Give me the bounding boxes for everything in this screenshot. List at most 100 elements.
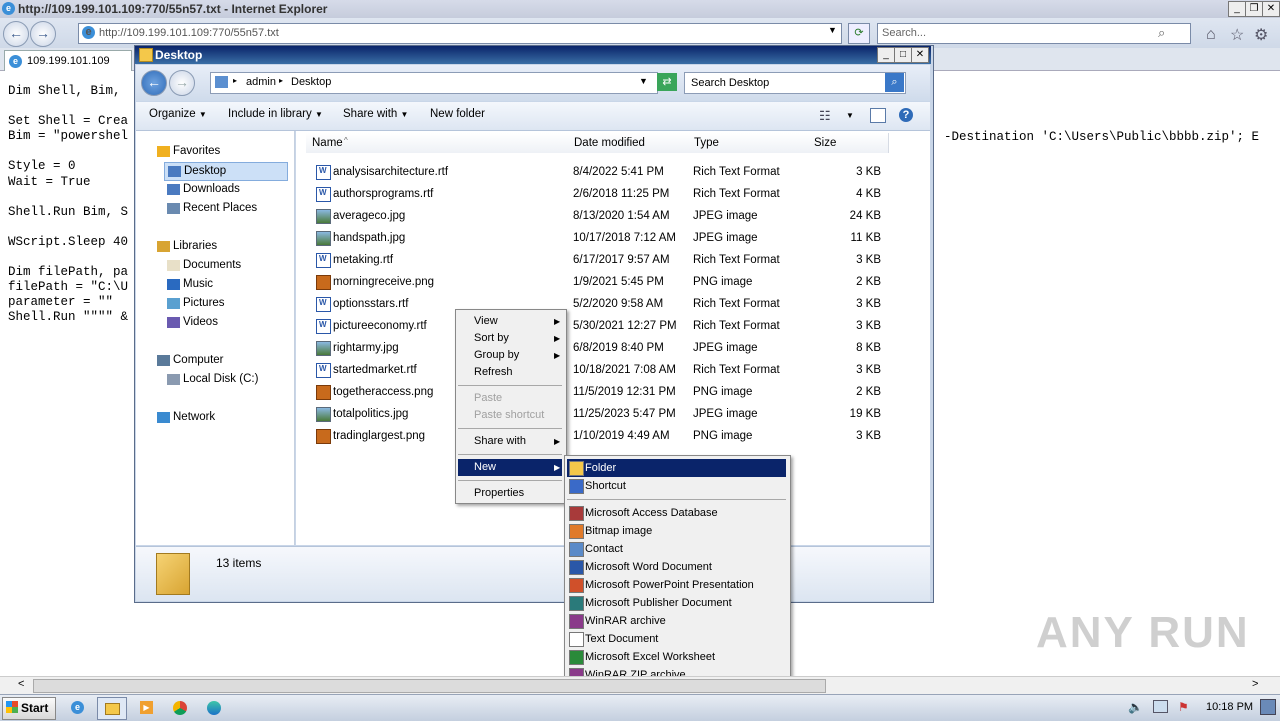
explorer-close-button[interactable]: ✕ [911, 47, 929, 63]
back-button[interactable]: ← [3, 21, 29, 47]
new-item-microsoft-access-database[interactable]: Microsoft Access Database [567, 504, 786, 522]
column-size-header[interactable]: Size [808, 133, 889, 153]
column-name-header[interactable]: Name ^ [306, 133, 569, 153]
menu-item-properties[interactable]: Properties [458, 485, 562, 502]
preview-pane-icon[interactable] [870, 108, 886, 123]
menu-item-share-with[interactable]: Share with ▶ [458, 433, 562, 450]
column-type-header[interactable]: Type [688, 133, 809, 153]
sidebar-item-favorites[interactable]: Favorites [154, 143, 284, 160]
network-tray-icon[interactable] [1153, 700, 1168, 713]
file-row[interactable]: togetheraccess.png 11/5/2019 12:31 PM PNG … [306, 383, 888, 405]
view-options-icon[interactable]: ☷ [819, 108, 831, 124]
file-row[interactable]: pictureeconomy.rtf 5/30/2021 12:27 PM Rich… [306, 317, 888, 339]
new-item-text-document[interactable]: Text Document [567, 630, 786, 648]
sidebar-item-local-disk-c[interactable]: Local Disk (C:) [164, 371, 294, 388]
ie-search-input[interactable]: Search... ⌕ [877, 23, 1191, 44]
help-icon[interactable]: ? [899, 108, 913, 122]
new-item-winrar-archive[interactable]: WinRAR archive [567, 612, 786, 630]
gear-icon[interactable]: ⚙ [1254, 25, 1268, 45]
browser-tab[interactable]: e 109.199.101.109 [4, 50, 132, 71]
explorer-search-input[interactable]: Search Desktop ⌕ [684, 72, 906, 94]
organize-button[interactable]: Organize ▼ [149, 108, 207, 120]
home-icon[interactable]: ⌂ [1206, 26, 1216, 44]
sidebar-item-network[interactable]: Network [154, 409, 284, 426]
breadcrumb-admin[interactable]: admin [246, 76, 276, 88]
close-button[interactable]: ✕ [1262, 1, 1280, 17]
speaker-icon[interactable]: 🔈 [1128, 700, 1143, 714]
file-row[interactable]: rightarmy.jpg 6/8/2019 8:40 PM JPEG image 8… [306, 339, 888, 361]
menu-item-sort-by[interactable]: Sort by ▶ [458, 330, 562, 347]
new-item-bitmap-image[interactable]: Bitmap image [567, 522, 786, 540]
refresh-icon[interactable]: ⟳ [848, 23, 870, 44]
search-icon[interactable]: ⌕ [1158, 25, 1165, 41]
explorer-path-bar[interactable]: ▸ admin ▸ Desktop ▼ [210, 72, 658, 94]
taskbar-explorer-button[interactable] [97, 697, 127, 720]
desktop-icon [215, 76, 228, 88]
new-item-contact[interactable]: Contact [567, 540, 786, 558]
minimize-button[interactable]: _ [1228, 1, 1246, 17]
taskbar-chrome-button[interactable] [167, 697, 195, 718]
menu-item-refresh[interactable]: Refresh [458, 364, 562, 381]
file-row[interactable]: metaking.rtf 6/17/2017 9:57 AM Rich Text F… [306, 251, 888, 273]
explorer-back-button[interactable]: ← [141, 70, 167, 96]
new-item-microsoft-excel-worksheet[interactable]: Microsoft Excel Worksheet [567, 648, 786, 666]
new-item-shortcut[interactable]: Shortcut [567, 477, 786, 495]
sidebar-item-computer[interactable]: Computer [154, 352, 284, 369]
security-tray-icon[interactable]: ⚑ [1178, 700, 1189, 714]
scroll-left-icon[interactable]: < [18, 678, 24, 690]
column-date-header[interactable]: Date modified [568, 133, 689, 153]
sidebar-item-documents[interactable]: Documents [164, 257, 294, 274]
png-file-icon [316, 385, 331, 400]
clock[interactable]: 10:18 PM [1206, 701, 1253, 713]
sidebar-item-desktop[interactable]: Desktop [164, 162, 288, 181]
file-row[interactable]: averageco.jpg 8/13/2020 1:54 AM JPEG image… [306, 207, 888, 229]
explorer-maximize-button[interactable]: □ [894, 47, 912, 63]
sidebar-item-videos[interactable]: Videos [164, 314, 294, 331]
file-row[interactable]: startedmarket.rtf 10/18/2021 7:08 AM Rich … [306, 361, 888, 383]
sidebar-item-libraries[interactable]: Libraries [154, 238, 284, 255]
scroll-right-icon[interactable]: > [1252, 678, 1258, 690]
file-row[interactable]: optionsstars.rtf 5/2/2020 9:58 AM Rich Tex… [306, 295, 888, 317]
taskbar-ie-button[interactable]: e [64, 697, 92, 718]
explorer-refresh-icon[interactable]: ⇄ [657, 73, 677, 91]
sidebar-item-recent-places[interactable]: Recent Places [164, 200, 294, 217]
file-row[interactable]: totalpolitics.jpg 11/25/2023 5:47 PM JPEG … [306, 405, 888, 427]
chevron-right-icon[interactable]: ▸ [279, 76, 283, 85]
file-row[interactable]: analysisarchitecture.rtf 8/4/2022 5:41 PM… [306, 163, 888, 185]
favorites-star-icon[interactable]: ☆ [1230, 25, 1244, 45]
explorer-forward-button[interactable]: → [169, 70, 195, 96]
restore-button[interactable]: ❐ [1245, 1, 1263, 17]
new-item-folder[interactable]: Folder [567, 459, 786, 477]
chevron-down-icon[interactable]: ▼ [639, 76, 648, 86]
search-icon[interactable]: ⌕ [885, 73, 904, 92]
include-in-library-button[interactable]: Include in library ▼ [228, 108, 323, 120]
new-item-microsoft-publisher-document[interactable]: Microsoft Publisher Document [567, 594, 786, 612]
file-row[interactable]: tradinglargest.png 1/10/2019 4:49 AM PNG i… [306, 427, 888, 449]
menu-item-group-by[interactable]: Group by ▶ [458, 347, 562, 364]
chevron-right-icon[interactable]: ▸ [233, 76, 237, 85]
sidebar-item-downloads[interactable]: Downloads [164, 181, 294, 198]
file-row[interactable]: handspath.jpg 10/17/2018 7:12 AM JPEG imag… [306, 229, 888, 251]
start-button[interactable]: Start [2, 697, 56, 720]
forward-button[interactable]: → [30, 21, 56, 47]
file-row[interactable]: authorsprograms.rtf 2/6/2018 11:25 PM Rich… [306, 185, 888, 207]
taskbar-media-button[interactable]: ▶ [133, 697, 161, 718]
show-desktop-icon[interactable] [1260, 699, 1276, 715]
excel-icon [569, 650, 584, 665]
new-item-microsoft-powerpoint-presentation[interactable]: Microsoft PowerPoint Presentation [567, 576, 786, 594]
menu-item-view[interactable]: View ▶ [458, 313, 562, 330]
new-folder-button[interactable]: New folder [430, 108, 485, 120]
menu-item-new[interactable]: New ▶ [458, 459, 562, 476]
chevron-down-icon[interactable]: ▼ [846, 111, 854, 120]
share-with-button[interactable]: Share with ▼ [343, 108, 408, 120]
explorer-minimize-button[interactable]: _ [877, 47, 895, 63]
taskbar-edge-button[interactable] [201, 697, 229, 718]
scrollbar-thumb[interactable] [33, 679, 826, 693]
address-bar[interactable]: e http://109.199.101.109:770/55n57.txt [78, 23, 842, 44]
sidebar-item-pictures[interactable]: Pictures [164, 295, 294, 312]
sidebar-item-music[interactable]: Music [164, 276, 294, 293]
address-dropdown-icon[interactable]: ▼ [828, 25, 837, 35]
new-item-microsoft-word-document[interactable]: Microsoft Word Document [567, 558, 786, 576]
breadcrumb-desktop[interactable]: Desktop [291, 76, 331, 88]
file-row[interactable]: morningreceive.png 1/9/2021 5:45 PM PNG im… [306, 273, 888, 295]
